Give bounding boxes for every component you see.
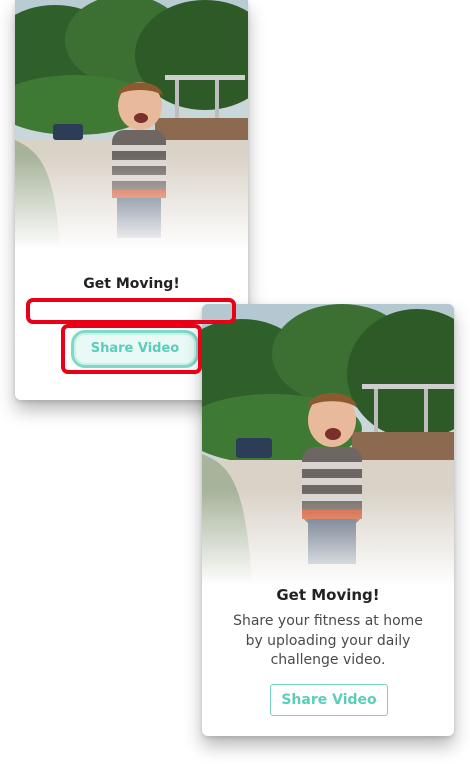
challenge-photo [15, 0, 248, 250]
running-boy-image [15, 0, 248, 250]
card-description: Share your fitness at home by uploading … [233, 613, 423, 668]
card-title: Get Moving! [83, 276, 180, 292]
share-video-button[interactable]: Share Video [270, 684, 388, 716]
card-title: Get Moving! [276, 586, 380, 604]
challenge-card-front: Get Moving! Share your fitness at home b… [202, 304, 454, 736]
running-boy-image [202, 304, 454, 586]
share-video-button[interactable]: Share Video [71, 330, 199, 368]
challenge-photo [202, 304, 454, 586]
